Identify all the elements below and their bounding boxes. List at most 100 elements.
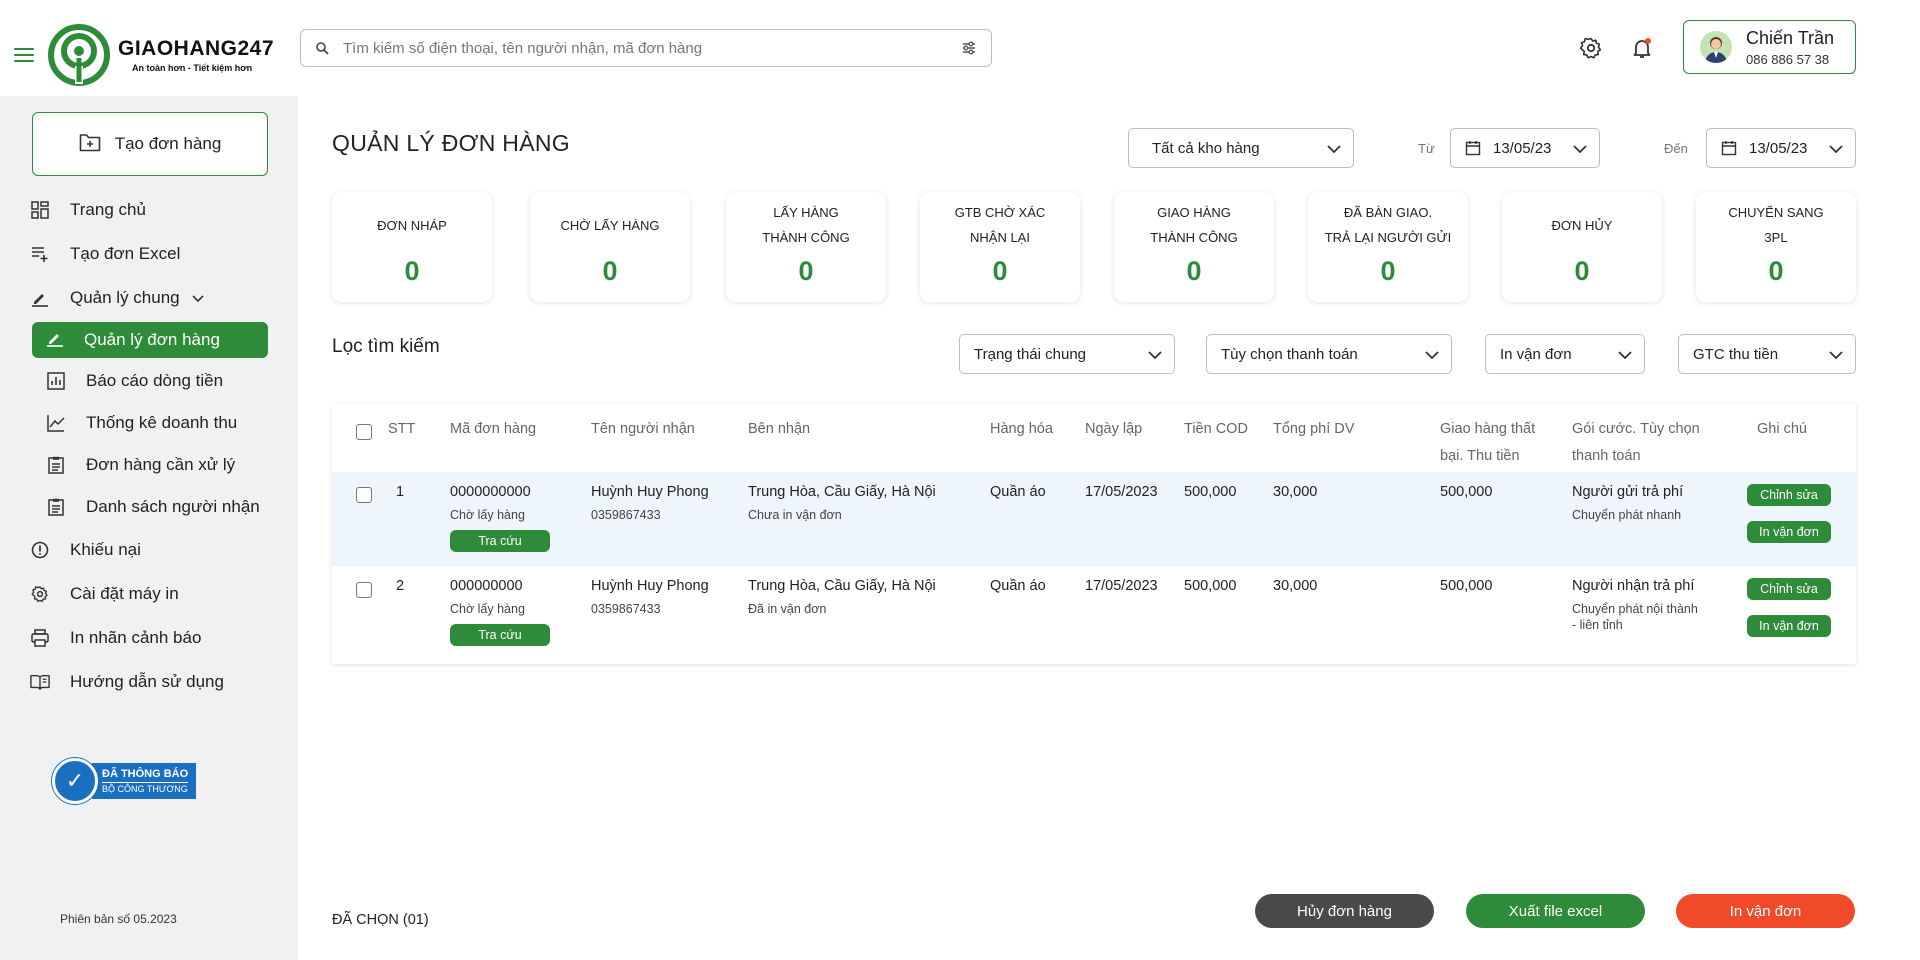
- select-all-checkbox[interactable]: [356, 424, 372, 440]
- sidebar-item-home[interactable]: Trang chủ: [30, 195, 146, 225]
- bar-chart-icon: [46, 371, 66, 391]
- stat-card-awaiting-pickup[interactable]: CHỜ LẤY HÀNG 0: [530, 192, 690, 302]
- print-waybill-bulk-button[interactable]: In vận đơn: [1676, 894, 1855, 928]
- from-date-label: Từ: [1418, 141, 1435, 156]
- create-order-button[interactable]: Tạo đơn hàng: [32, 112, 268, 176]
- cancel-order-button[interactable]: Hủy đơn hàng: [1255, 894, 1434, 928]
- column-header-date[interactable]: Ngày lập: [1085, 416, 1142, 443]
- chevron-down-icon: [1618, 348, 1632, 360]
- stat-value: 0: [1186, 256, 1202, 286]
- stat-card-returned[interactable]: ĐÃ BÀN GIAO. TRẢ LẠI NGƯỜI GỬI 0: [1308, 192, 1468, 302]
- chevron-down-icon: [1148, 348, 1162, 360]
- stat-card-3pl[interactable]: CHUYỂN SANG 3PL 0: [1696, 192, 1856, 302]
- sidebar-item-order-management[interactable]: Quản lý đơn hàng: [32, 322, 268, 358]
- row-checkbox[interactable]: [356, 582, 372, 598]
- brand-logo[interactable]: GIAOHANG247 An toàn hơn - Tiết kiệm hơn: [48, 24, 274, 86]
- sidebar-item-cashflow-report[interactable]: Báo cáo dòng tiền: [46, 366, 223, 396]
- print-waybill-button[interactable]: In vận đơn: [1747, 521, 1831, 543]
- column-header-code[interactable]: Mã đơn hàng: [450, 416, 536, 443]
- settings-gear-icon[interactable]: [1579, 36, 1603, 60]
- edit-button[interactable]: Chỉnh sửa: [1747, 578, 1831, 600]
- lookup-button[interactable]: Tra cứu: [450, 624, 550, 646]
- stat-card-picked-up[interactable]: LẤY HÀNG THÀNH CÔNG 0: [726, 192, 886, 302]
- chevron-down-icon: [1829, 348, 1843, 360]
- column-header-goods[interactable]: Hàng hóa: [990, 416, 1053, 443]
- order-code[interactable]: 000000000: [450, 578, 550, 594]
- from-date-picker[interactable]: 13/05/23: [1450, 128, 1600, 168]
- payer: Người gửi trả phí: [1572, 484, 1684, 500]
- notification-bell-icon[interactable]: [1630, 36, 1654, 60]
- row-checkbox[interactable]: [356, 487, 372, 503]
- sidebar-item-pending-orders[interactable]: Đơn hàng cần xử lý: [46, 450, 235, 480]
- filter-value: GTC thu tiền: [1693, 345, 1779, 363]
- sidebar: Tạo đơn hàng Trang chủ Tạo đơn Excel Quả…: [0, 96, 298, 960]
- stat-value: 0: [992, 256, 1008, 286]
- ministry-certification-badge[interactable]: ✓ ĐÃ THÔNG BÁO BỘ CÔNG THƯƠNG: [52, 758, 202, 804]
- stat-card-delivered[interactable]: GIAO HÀNG THÀNH CÔNG 0: [1114, 192, 1274, 302]
- order-code[interactable]: 0000000000: [450, 484, 550, 500]
- gear-icon: [30, 584, 50, 604]
- status-filter-select[interactable]: Trạng thái chung: [959, 334, 1175, 374]
- cod-cell: 500,000: [1184, 484, 1237, 500]
- sidebar-item-label: Tạo đơn Excel: [70, 244, 181, 263]
- date-cell: 17/05/2023: [1085, 484, 1158, 500]
- user-profile-card[interactable]: Chiến Trần 086 886 57 38: [1683, 20, 1856, 74]
- goods-cell: Quần áo: [990, 578, 1046, 594]
- payer: Người nhận trả phí: [1572, 578, 1695, 594]
- column-header-package[interactable]: Gói cước. Tùy chọn thanh toán: [1572, 416, 1700, 470]
- goods-cell: Quần áo: [990, 484, 1046, 500]
- column-header-stt[interactable]: STT: [388, 416, 415, 443]
- warehouse-select[interactable]: Tất cả kho hàng: [1128, 128, 1354, 168]
- stat-card-draft[interactable]: ĐƠN NHÁP 0: [332, 192, 492, 302]
- sidebar-item-label: Danh sách người nhận: [86, 497, 260, 516]
- to-date-picker[interactable]: 13/05/23: [1706, 128, 1856, 168]
- sidebar-item-label: Cài đặt máy in: [70, 584, 179, 603]
- table-row[interactable]: 2 000000000 Chờ lấy hàng Tra cứu Huỳnh H…: [332, 566, 1856, 664]
- sidebar-item-complaints[interactable]: Khiếu nại: [30, 535, 141, 565]
- playlist-add-icon: [30, 244, 50, 264]
- sidebar-item-revenue-stats[interactable]: Thống kê doanh thu: [46, 408, 237, 438]
- sidebar-item-warning-labels[interactable]: In nhãn cảnh báo: [30, 623, 201, 653]
- selected-count: ĐÃ CHỌN (01): [332, 912, 429, 928]
- edit-button[interactable]: Chỉnh sửa: [1747, 484, 1831, 506]
- chevron-down-icon: [1425, 348, 1439, 360]
- collection-filter-select[interactable]: GTC thu tiền: [1678, 334, 1856, 374]
- row-stt: 2: [396, 578, 405, 594]
- column-header-receiver[interactable]: Bên nhận: [748, 416, 810, 443]
- chevron-down-icon[interactable]: [192, 288, 204, 308]
- sidebar-item-general-management[interactable]: Quản lý chung: [30, 283, 204, 313]
- sidebar-item-user-guide[interactable]: Hướng dẫn sử dụng: [30, 667, 224, 697]
- print-status: Chưa in vận đơn: [748, 508, 842, 522]
- service-type-line2: - liên tỉnh: [1572, 618, 1623, 632]
- export-excel-button[interactable]: Xuất file excel: [1466, 894, 1645, 928]
- column-header-fee[interactable]: Tổng phí DV: [1273, 416, 1354, 443]
- hamburger-menu-icon[interactable]: [14, 48, 34, 64]
- to-date-label: Đến: [1664, 141, 1688, 156]
- column-header-recipient[interactable]: Tên người nhận: [591, 416, 695, 443]
- edit-icon: [30, 288, 50, 308]
- sidebar-item-recipient-list[interactable]: Danh sách người nhận: [46, 492, 260, 522]
- stat-card-cancelled[interactable]: ĐƠN HỦY 0: [1502, 192, 1662, 302]
- stat-label-line2: TRẢ LẠI NGƯỜI GỬI: [1324, 230, 1452, 245]
- sidebar-item-excel-order[interactable]: Tạo đơn Excel: [30, 239, 180, 269]
- column-header-failed-delivery[interactable]: Giao hàng thất bại. Thu tiền: [1440, 416, 1535, 470]
- lookup-button[interactable]: Tra cứu: [450, 530, 550, 552]
- print-waybill-button[interactable]: In vận đơn: [1747, 615, 1831, 637]
- table-row[interactable]: 1 0000000000 Chờ lấy hàng Tra cứu Huỳnh …: [332, 472, 1856, 566]
- from-date-value: 13/05/23: [1493, 139, 1552, 157]
- top-header: GIAOHANG247 An toàn hơn - Tiết kiệm hơn …: [0, 0, 1920, 96]
- search-input[interactable]: [343, 39, 961, 57]
- cert-line-1: ĐÃ THÔNG BÁO: [102, 768, 189, 780]
- sidebar-item-printer-settings[interactable]: Cài đặt máy in: [30, 579, 179, 609]
- column-header-note[interactable]: Ghi chú: [1757, 416, 1807, 443]
- print-waybill-select[interactable]: In vận đơn: [1485, 334, 1645, 374]
- stat-label: ĐÃ BÀN GIAO.: [1343, 205, 1433, 220]
- column-header-cod[interactable]: Tiền COD: [1184, 416, 1248, 443]
- package-cell: Người nhận trả phí Chuyển phát nội thành…: [1572, 578, 1698, 632]
- date-cell: 17/05/2023: [1085, 578, 1158, 594]
- payment-option-select[interactable]: Tùy chọn thanh toán: [1206, 334, 1452, 374]
- filter-value: In vận đơn: [1500, 345, 1572, 363]
- stat-card-gtb-confirm[interactable]: GTB CHỜ XÁC NHẬN LẠI 0: [920, 192, 1080, 302]
- stat-value: 0: [1380, 256, 1396, 286]
- filter-settings-icon[interactable]: [961, 40, 977, 56]
